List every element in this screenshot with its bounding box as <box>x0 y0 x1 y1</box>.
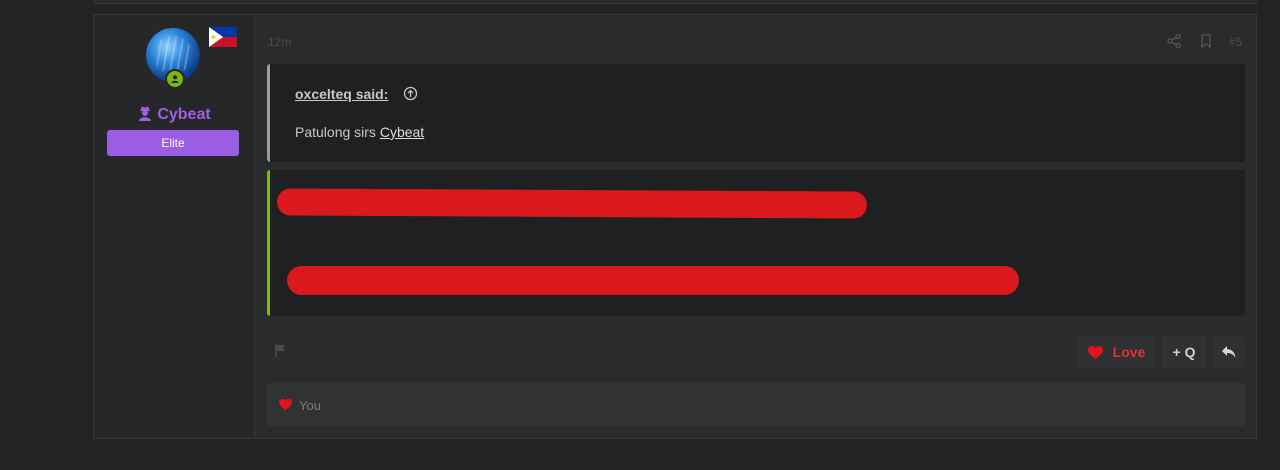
arrow-up-circle-icon[interactable] <box>403 86 418 101</box>
post-main: 12m #5 oxcelteq said: Patulong sirs Cybe… <box>255 15 1256 438</box>
bookmark-icon[interactable] <box>1199 34 1213 48</box>
redaction-mark <box>276 188 868 219</box>
share-icon[interactable] <box>1167 34 1181 48</box>
post-content-block <box>267 170 1245 316</box>
post-number[interactable]: #5 <box>1229 35 1242 49</box>
quote-text-prefix: Patulong sirs <box>295 124 380 140</box>
forum-post: Cybeat Elite 12m #5 oxcelteq said: Patul… <box>93 14 1257 439</box>
redaction-mark <box>287 266 1019 295</box>
philippines-flag-icon <box>209 27 237 47</box>
reactions-bar[interactable]: You <box>267 383 1245 426</box>
quote-text: Patulong sirs Cybeat <box>295 124 424 140</box>
user-mention-link[interactable]: Cybeat <box>380 124 424 140</box>
love-label: Love <box>1112 344 1146 360</box>
heart-icon <box>1087 345 1103 359</box>
post-timestamp[interactable]: 12m <box>268 35 291 49</box>
quote-author-link[interactable]: oxcelteq said: <box>295 86 388 102</box>
username-label[interactable]: Cybeat <box>157 106 210 123</box>
previous-post-edge <box>93 0 1258 4</box>
multi-quote-button[interactable]: + Q <box>1161 335 1207 369</box>
reply-button[interactable] <box>1213 335 1245 369</box>
reactions-list-label[interactable]: You <box>299 398 321 413</box>
heart-icon <box>279 398 292 411</box>
user-secret-icon <box>139 106 152 121</box>
reply-icon <box>1222 346 1236 358</box>
quote-block: oxcelteq said: Patulong sirs Cybeat <box>267 64 1245 162</box>
online-status-icon <box>165 69 185 89</box>
love-reaction-button[interactable]: Love <box>1077 335 1155 369</box>
user-rank-badge: Elite <box>107 130 239 156</box>
username[interactable]: Cybeat <box>94 105 254 124</box>
flag-report-icon[interactable] <box>273 343 288 358</box>
user-info-panel: Cybeat Elite <box>94 15 255 438</box>
